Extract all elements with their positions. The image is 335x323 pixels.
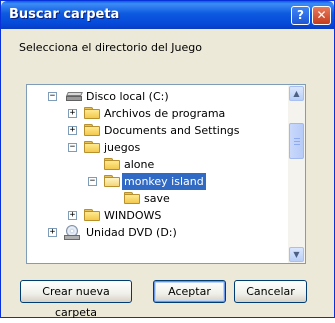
- scroll-thumb[interactable]: [289, 123, 304, 159]
- close-button[interactable]: ✕: [312, 6, 331, 25]
- browse-folder-dialog: Buscar carpeta ? ✕ Selecciona el directo…: [0, 0, 335, 319]
- help-button[interactable]: ?: [291, 6, 310, 25]
- window-title: Buscar carpeta: [9, 7, 120, 22]
- tree-item-label[interactable]: Disco local (C:): [84, 88, 171, 105]
- tree-item-label[interactable]: monkey island: [122, 173, 206, 190]
- tree-item-label[interactable]: alone: [122, 156, 156, 173]
- dvd-drive-icon: [64, 225, 80, 241]
- tree-item-monkey-island[interactable]: − monkey island: [27, 173, 287, 190]
- scroll-down-button[interactable]: ▼: [289, 247, 304, 262]
- hard-drive-icon: [66, 92, 83, 101]
- vertical-scrollbar[interactable]: ▲ ▼: [288, 85, 305, 263]
- tree-item-juegos[interactable]: − juegos: [27, 139, 287, 156]
- tree-item-alone[interactable]: alone: [27, 156, 287, 173]
- tree-item-label[interactable]: Archivos de programa: [102, 105, 227, 122]
- expand-toggle[interactable]: +: [68, 126, 77, 135]
- collapse-toggle[interactable]: −: [48, 92, 57, 101]
- expand-toggle[interactable]: +: [48, 228, 57, 237]
- collapse-toggle[interactable]: −: [68, 143, 77, 152]
- folder-icon: [104, 158, 120, 170]
- folder-icon: [84, 209, 100, 221]
- expand-toggle[interactable]: +: [68, 109, 77, 118]
- tree-item-archivos-de-programa[interactable]: + Archivos de programa: [27, 105, 287, 122]
- tree-item-label[interactable]: Unidad DVD (D:): [84, 224, 179, 241]
- folder-icon: [84, 124, 100, 136]
- folder-icon: [84, 141, 100, 153]
- tree-item-documents-and-settings[interactable]: + Documents and Settings: [27, 122, 287, 139]
- tree-item-save[interactable]: save: [27, 190, 287, 207]
- tree-item-label[interactable]: Documents and Settings: [102, 122, 242, 139]
- folder-icon: [124, 192, 140, 204]
- open-folder-icon: [104, 175, 120, 187]
- dialog-prompt: Selecciona el directorio del Juego: [19, 41, 202, 54]
- ok-button[interactable]: Aceptar: [153, 280, 226, 303]
- scroll-up-button[interactable]: ▲: [289, 86, 304, 101]
- tree-item-label[interactable]: save: [142, 190, 172, 207]
- cancel-button[interactable]: Cancelar: [234, 280, 307, 303]
- tree-item-label[interactable]: juegos: [102, 139, 142, 156]
- tree-item-dvd-drive[interactable]: + Unidad DVD (D:): [27, 224, 287, 241]
- tree-item-local-disk[interactable]: − Disco local (C:): [27, 88, 287, 105]
- folder-icon: [84, 107, 100, 119]
- new-folder-button[interactable]: Crear nueva carpeta: [20, 280, 132, 319]
- expand-toggle[interactable]: +: [68, 211, 77, 220]
- collapse-toggle[interactable]: −: [88, 177, 97, 186]
- tree-item-windows[interactable]: + WINDOWS: [27, 207, 287, 224]
- tree-item-label[interactable]: WINDOWS: [102, 207, 163, 224]
- folder-tree[interactable]: − Disco local (C:) + Archivos de program…: [26, 84, 306, 264]
- title-bar[interactable]: Buscar carpeta ? ✕: [1, 1, 334, 29]
